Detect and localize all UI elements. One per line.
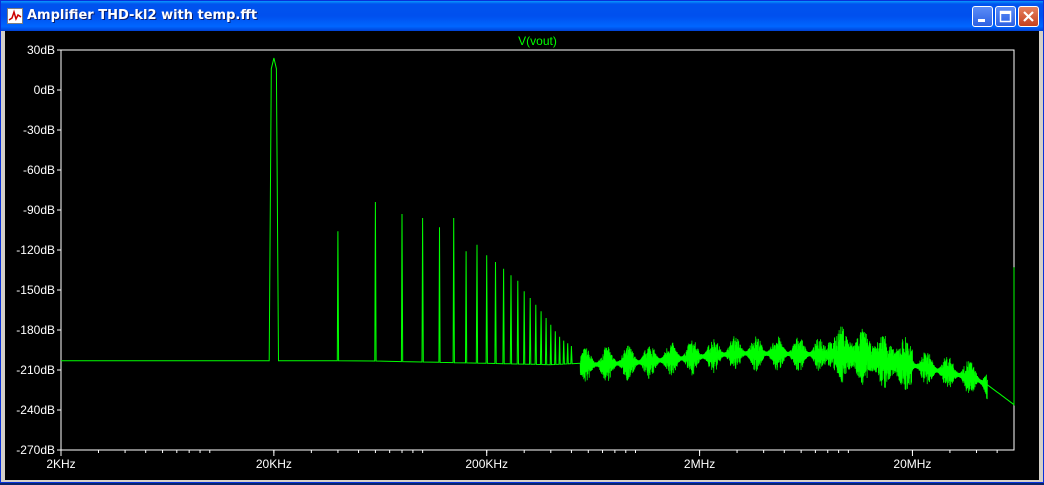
minimize-button[interactable] [972, 6, 993, 27]
y-tick-label: -90dB [23, 203, 55, 217]
x-tick-label: 20KHz [256, 457, 292, 471]
trace-group [61, 57, 1015, 406]
title-bar[interactable]: Amplifier THD-kl2 with temp.fft [1, 1, 1043, 31]
chart-title: V(vout) [518, 34, 557, 48]
x-tick-label: 2MHz [684, 457, 715, 471]
y-tick-label: 30dB [27, 43, 55, 57]
close-button[interactable] [1018, 6, 1039, 27]
maximize-button[interactable] [995, 6, 1016, 27]
spectrum-trace [61, 57, 581, 366]
minimize-icon [978, 19, 985, 22]
noise-band [579, 326, 988, 400]
window-title: Amplifier THD-kl2 with temp.fft [27, 8, 258, 23]
y-tick-label: -150dB [16, 283, 55, 297]
axes: 30dB 0dB -30dB -60dB -90dB -120dB -150dB -180dB… [16, 43, 1015, 471]
close-icon [1023, 11, 1034, 22]
y-tick-label: -240dB [16, 403, 55, 417]
y-tick-label: -270dB [16, 443, 55, 457]
y-tick-label: -210dB [16, 363, 55, 377]
waveform-icon[interactable] [7, 8, 23, 24]
x-tick-label: 200KHz [465, 457, 508, 471]
plot-area[interactable]: V(vout) 30dB 0dB -30dB -60dB -90dB -120dB -150… [5, 31, 1039, 480]
y-tick-label: -60dB [23, 163, 55, 177]
y-tick-label: -120dB [16, 243, 55, 257]
fft-chart[interactable]: V(vout) 30dB 0dB -30dB -60dB -90dB -120dB -150… [5, 31, 1039, 480]
x-tick-label: 2KHz [46, 457, 75, 471]
fft-window: Amplifier THD-kl2 with temp.fft V(vout) … [0, 0, 1044, 483]
y-tick-label: 0dB [34, 83, 55, 97]
y-tick-label: -30dB [23, 123, 55, 137]
y-tick-label: -180dB [16, 323, 55, 337]
maximize-icon [999, 10, 1012, 23]
plot-frame [60, 49, 1015, 451]
spectrum-tail [987, 267, 1015, 406]
x-tick-label: 20MHz [893, 457, 931, 471]
